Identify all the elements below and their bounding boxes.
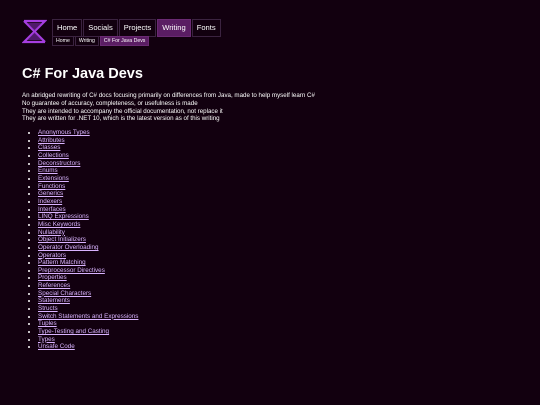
topic-link[interactable]: Nullability [38, 229, 65, 236]
main-nav: Home Socials Projects Writing Fonts [52, 19, 221, 37]
intro-line: They are intended to accompany the offic… [22, 107, 223, 115]
topic-link[interactable]: Properties [38, 274, 67, 281]
topic-link[interactable]: Collections [38, 152, 69, 159]
topic-link[interactable]: Pattern Matching [38, 259, 86, 266]
topic-link[interactable]: Types [38, 336, 55, 343]
topic-list-item: Generics [38, 190, 138, 198]
topic-link[interactable]: Extensions [38, 175, 69, 182]
topic-link[interactable]: Switch Statements and Expressions [38, 313, 138, 320]
breadcrumb-writing[interactable]: Writing [74, 36, 99, 46]
intro-text: An abridged rewriting of C# docs focusin… [22, 92, 315, 123]
breadcrumb-current: C# For Java Devs [99, 36, 150, 46]
topic-list-item: Types [38, 336, 138, 344]
topic-link[interactable]: Interfaces [38, 206, 66, 213]
topic-list-item: LINQ Expressions [38, 213, 138, 221]
topic-link[interactable]: Classes [38, 144, 60, 151]
nav-projects[interactable]: Projects [118, 19, 157, 37]
topic-list-item: Nullability [38, 229, 138, 237]
topic-list-item: Special Characters [38, 290, 138, 298]
topic-list-item: Pattern Matching [38, 259, 138, 267]
topic-link[interactable]: Operators [38, 252, 66, 259]
breadcrumb-home[interactable]: Home [52, 36, 74, 46]
topic-link[interactable]: Statements [38, 297, 70, 304]
topic-list-item: Extensions [38, 175, 138, 183]
nav-fonts[interactable]: Fonts [191, 19, 221, 37]
topic-list-item: Switch Statements and Expressions [38, 313, 138, 321]
topic-link[interactable]: Unsafe Code [38, 343, 75, 350]
intro-line: No guarantee of accuracy, completeness, … [22, 99, 198, 107]
topic-list-item: References [38, 282, 138, 290]
topic-list-item: Operator Overloading [38, 244, 138, 252]
topic-list-item: Operators [38, 252, 138, 260]
topic-list-item: Tuples [38, 320, 138, 328]
site-logo-icon[interactable] [22, 19, 47, 44]
topic-link[interactable]: Operator Overloading [38, 244, 99, 251]
nav-home[interactable]: Home [52, 19, 83, 37]
topic-link[interactable]: Indexers [38, 198, 62, 205]
topic-list-item: Object Initializers [38, 236, 138, 244]
topic-list-item: Indexers [38, 198, 138, 206]
topic-list-item: Misc Keywords [38, 221, 138, 229]
topic-link[interactable]: Generics [38, 190, 63, 197]
intro-line: They are written for .NET 10, which is t… [22, 115, 220, 123]
topic-link[interactable]: Tuples [38, 320, 57, 327]
topic-list-item: Type-Testing and Casting [38, 328, 138, 336]
topic-list: Anonymous TypesAttributesClassesCollecti… [22, 129, 138, 351]
topic-list-item: Attributes [38, 137, 138, 145]
nav-writing[interactable]: Writing [157, 19, 191, 37]
topic-list-item: Anonymous Types [38, 129, 138, 137]
topic-link[interactable]: Anonymous Types [38, 129, 90, 136]
topic-list-item: Preprocessor Directives [38, 267, 138, 275]
topic-list-item: Interfaces [38, 206, 138, 214]
breadcrumb: Home Writing C# For Java Devs [52, 36, 150, 46]
topic-link[interactable]: References [38, 282, 70, 289]
topic-list-item: Functions [38, 183, 138, 191]
topic-link[interactable]: Type-Testing and Casting [38, 328, 109, 335]
topic-link[interactable]: Enums [38, 167, 58, 174]
topic-link[interactable]: Object Initializers [38, 236, 86, 243]
page-title: C# For Java Devs [22, 66, 143, 82]
topic-link[interactable]: Special Characters [38, 290, 91, 297]
topic-link[interactable]: Deconstructors [38, 160, 80, 167]
topic-list-item: Unsafe Code [38, 343, 138, 351]
topic-list-item: Classes [38, 144, 138, 152]
topic-link[interactable]: Misc Keywords [38, 221, 80, 228]
topic-list-item: Statements [38, 297, 138, 305]
topic-link[interactable]: Functions [38, 183, 65, 190]
topic-link[interactable]: Attributes [38, 137, 65, 144]
topic-list-item: Structs [38, 305, 138, 313]
intro-line: An abridged rewriting of C# docs focusin… [22, 92, 315, 99]
nav-socials[interactable]: Socials [83, 19, 118, 37]
topic-list-item: Collections [38, 152, 138, 160]
topic-list-item: Deconstructors [38, 160, 138, 168]
topic-list-item: Properties [38, 274, 138, 282]
topic-link[interactable]: Structs [38, 305, 58, 312]
topic-link[interactable]: Preprocessor Directives [38, 267, 105, 274]
topic-list-item: Enums [38, 167, 138, 175]
topic-link[interactable]: LINQ Expressions [38, 213, 89, 220]
